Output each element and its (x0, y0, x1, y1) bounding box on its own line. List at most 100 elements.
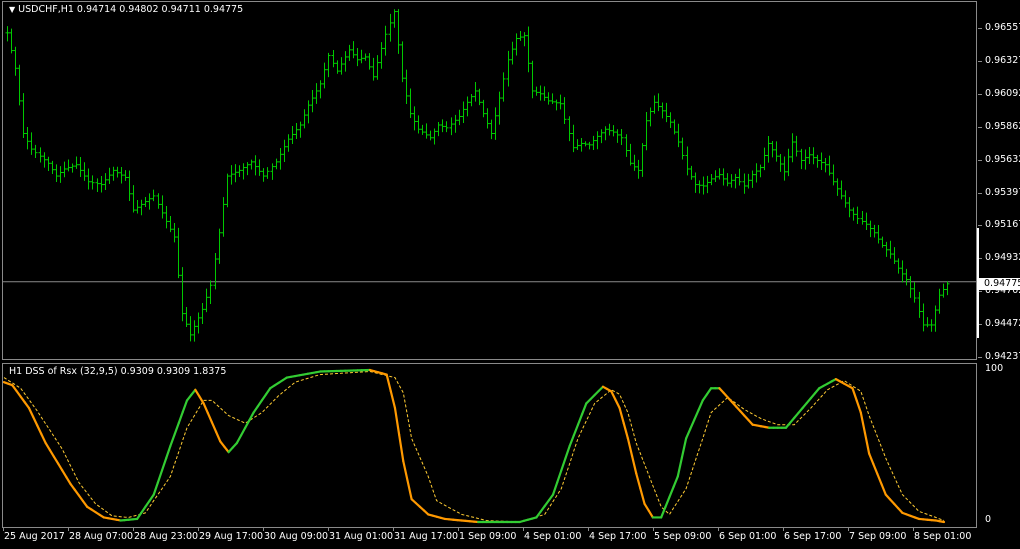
ohlc-bar (225, 173, 230, 208)
price-tick-label: 0.96557 (985, 22, 1020, 33)
ohlc-bar (151, 189, 156, 202)
ohlc-bar (945, 281, 950, 296)
ohlc-bar (823, 157, 828, 173)
ohlc-bar (693, 172, 698, 193)
ohlc-bar (619, 129, 624, 146)
chart-symbol-label: ▼ USDCHF,H1 0.94714 0.94802 0.94711 0.947… (9, 4, 244, 15)
ohlc-bar (876, 225, 881, 244)
ohlc-bar (119, 167, 124, 184)
ohlc-bar (29, 132, 34, 155)
time-tick-label: 28 Aug 23:00 (134, 531, 199, 542)
dss-main-segment (581, 402, 588, 416)
ohlc-bar (794, 135, 799, 157)
time-tick-label: 31 Aug 01:00 (329, 531, 394, 542)
ohlc-bar (50, 160, 55, 175)
ohlc-bar (477, 88, 482, 106)
ohlc-bar (632, 154, 637, 171)
ohlc-bar (733, 173, 738, 189)
ohlc-bar (937, 288, 942, 314)
ohlc-bar (872, 224, 877, 238)
ohlc-bar (815, 154, 820, 168)
dss-main-segment (551, 481, 559, 496)
ohlc-bar (107, 167, 112, 184)
ohlc-bar (241, 163, 246, 180)
time-axis[interactable]: 25 Aug 2017 28 Aug 07:00 28 Aug 23:00 29 Au… (2, 528, 1020, 549)
dss-main-segment (140, 505, 147, 514)
ohlc-bar (420, 124, 425, 135)
ohlc-bar (176, 227, 181, 279)
ohlc-bar (526, 26, 531, 73)
ohlc-bar (249, 159, 254, 170)
dss-main-segment (614, 398, 621, 410)
ohlc-bar (778, 153, 783, 172)
ohlc-bar (90, 175, 95, 190)
ohlc-bar (290, 125, 295, 145)
time-tick-label: 1 Sep 09:00 (459, 531, 517, 542)
ohlc-bar (880, 236, 885, 248)
ohlc-bar (412, 106, 417, 131)
ohlc-bar (123, 170, 128, 181)
dss-main-segment (639, 487, 646, 505)
ohlc-bar (530, 60, 535, 99)
ohlc-bar (546, 92, 551, 105)
ohlc-bar (562, 97, 567, 124)
ohlc-bar (697, 180, 702, 194)
dss-main-segment (872, 462, 879, 476)
ohlc-bar (803, 149, 808, 170)
price-tick-label: 0.95862 (985, 120, 1020, 132)
ohlc-bar (579, 137, 584, 152)
ohlc-bar (807, 146, 812, 164)
ohlc-bar (567, 116, 572, 142)
ohlc-bar (217, 228, 222, 264)
dss-main-segment (152, 481, 159, 496)
indicator-canvas[interactable] (3, 364, 978, 529)
ohlc-bar (782, 156, 787, 181)
ohlc-bar (652, 95, 657, 114)
ohlc-bar (17, 64, 22, 106)
ohlc-bar (884, 241, 889, 257)
dss-main-segment (393, 406, 401, 436)
ohlc-bar (469, 94, 474, 107)
ohlc-bar (851, 207, 856, 221)
mt4-chart-window[interactable]: ▼ USDCHF,H1 0.94714 0.94802 0.94711 0.947… (0, 0, 1020, 549)
ohlc-bar (461, 101, 466, 124)
ohlc-bar (750, 170, 755, 188)
dss-main-segment (938, 520, 946, 524)
ohlc-bar (156, 193, 161, 209)
dss-main-segment (177, 410, 184, 425)
dss-main-segment (685, 427, 692, 440)
ohlc-bar (408, 88, 413, 118)
ohlc-bar (286, 134, 291, 152)
dss-main-segment (701, 393, 709, 402)
dss-main-segment (626, 437, 634, 457)
price-tick-mark (978, 60, 982, 62)
ohlc-bar (628, 143, 633, 166)
collapse-triangle-icon[interactable]: ▼ (9, 5, 15, 14)
price-scale[interactable]: 0.96557 0.96327 0.96092 0.95862 0.95632 0.953… (978, 1, 1020, 362)
indicator-pane[interactable]: H1 DSS of Rsx (32,9,5) 0.9309 0.9309 1.8… (2, 363, 977, 528)
ohlc-bar (257, 159, 262, 176)
ohlc-bar (335, 60, 340, 74)
ohlc-bar (676, 123, 681, 148)
ohlc-bar (912, 282, 917, 303)
ohlc-bar (213, 253, 218, 290)
ohlc-bar (713, 170, 718, 182)
ohlc-bar (864, 212, 869, 231)
ohlc-bar (42, 152, 47, 168)
ohlc-bar (896, 258, 901, 274)
price-chart-pane[interactable]: ▼ USDCHF,H1 0.94714 0.94802 0.94711 0.947… (2, 1, 978, 361)
ohlc-bar (868, 220, 873, 238)
ohlc-bar (644, 111, 649, 151)
ohlc-bar (558, 94, 563, 110)
ohlc-bar (5, 26, 10, 42)
dss-main-segment (181, 399, 189, 413)
price-bars-canvas[interactable] (3, 2, 978, 361)
ohlc-bar (465, 96, 470, 117)
dss-main-segment (693, 408, 700, 421)
ohlc-bar (839, 180, 844, 200)
ohlc-bar (847, 197, 852, 218)
ohlc-bar (347, 44, 352, 61)
dss-main-segment (202, 402, 209, 415)
dss-main-segment (256, 399, 263, 408)
indicator-scale[interactable]: 100 0 (978, 363, 1020, 528)
